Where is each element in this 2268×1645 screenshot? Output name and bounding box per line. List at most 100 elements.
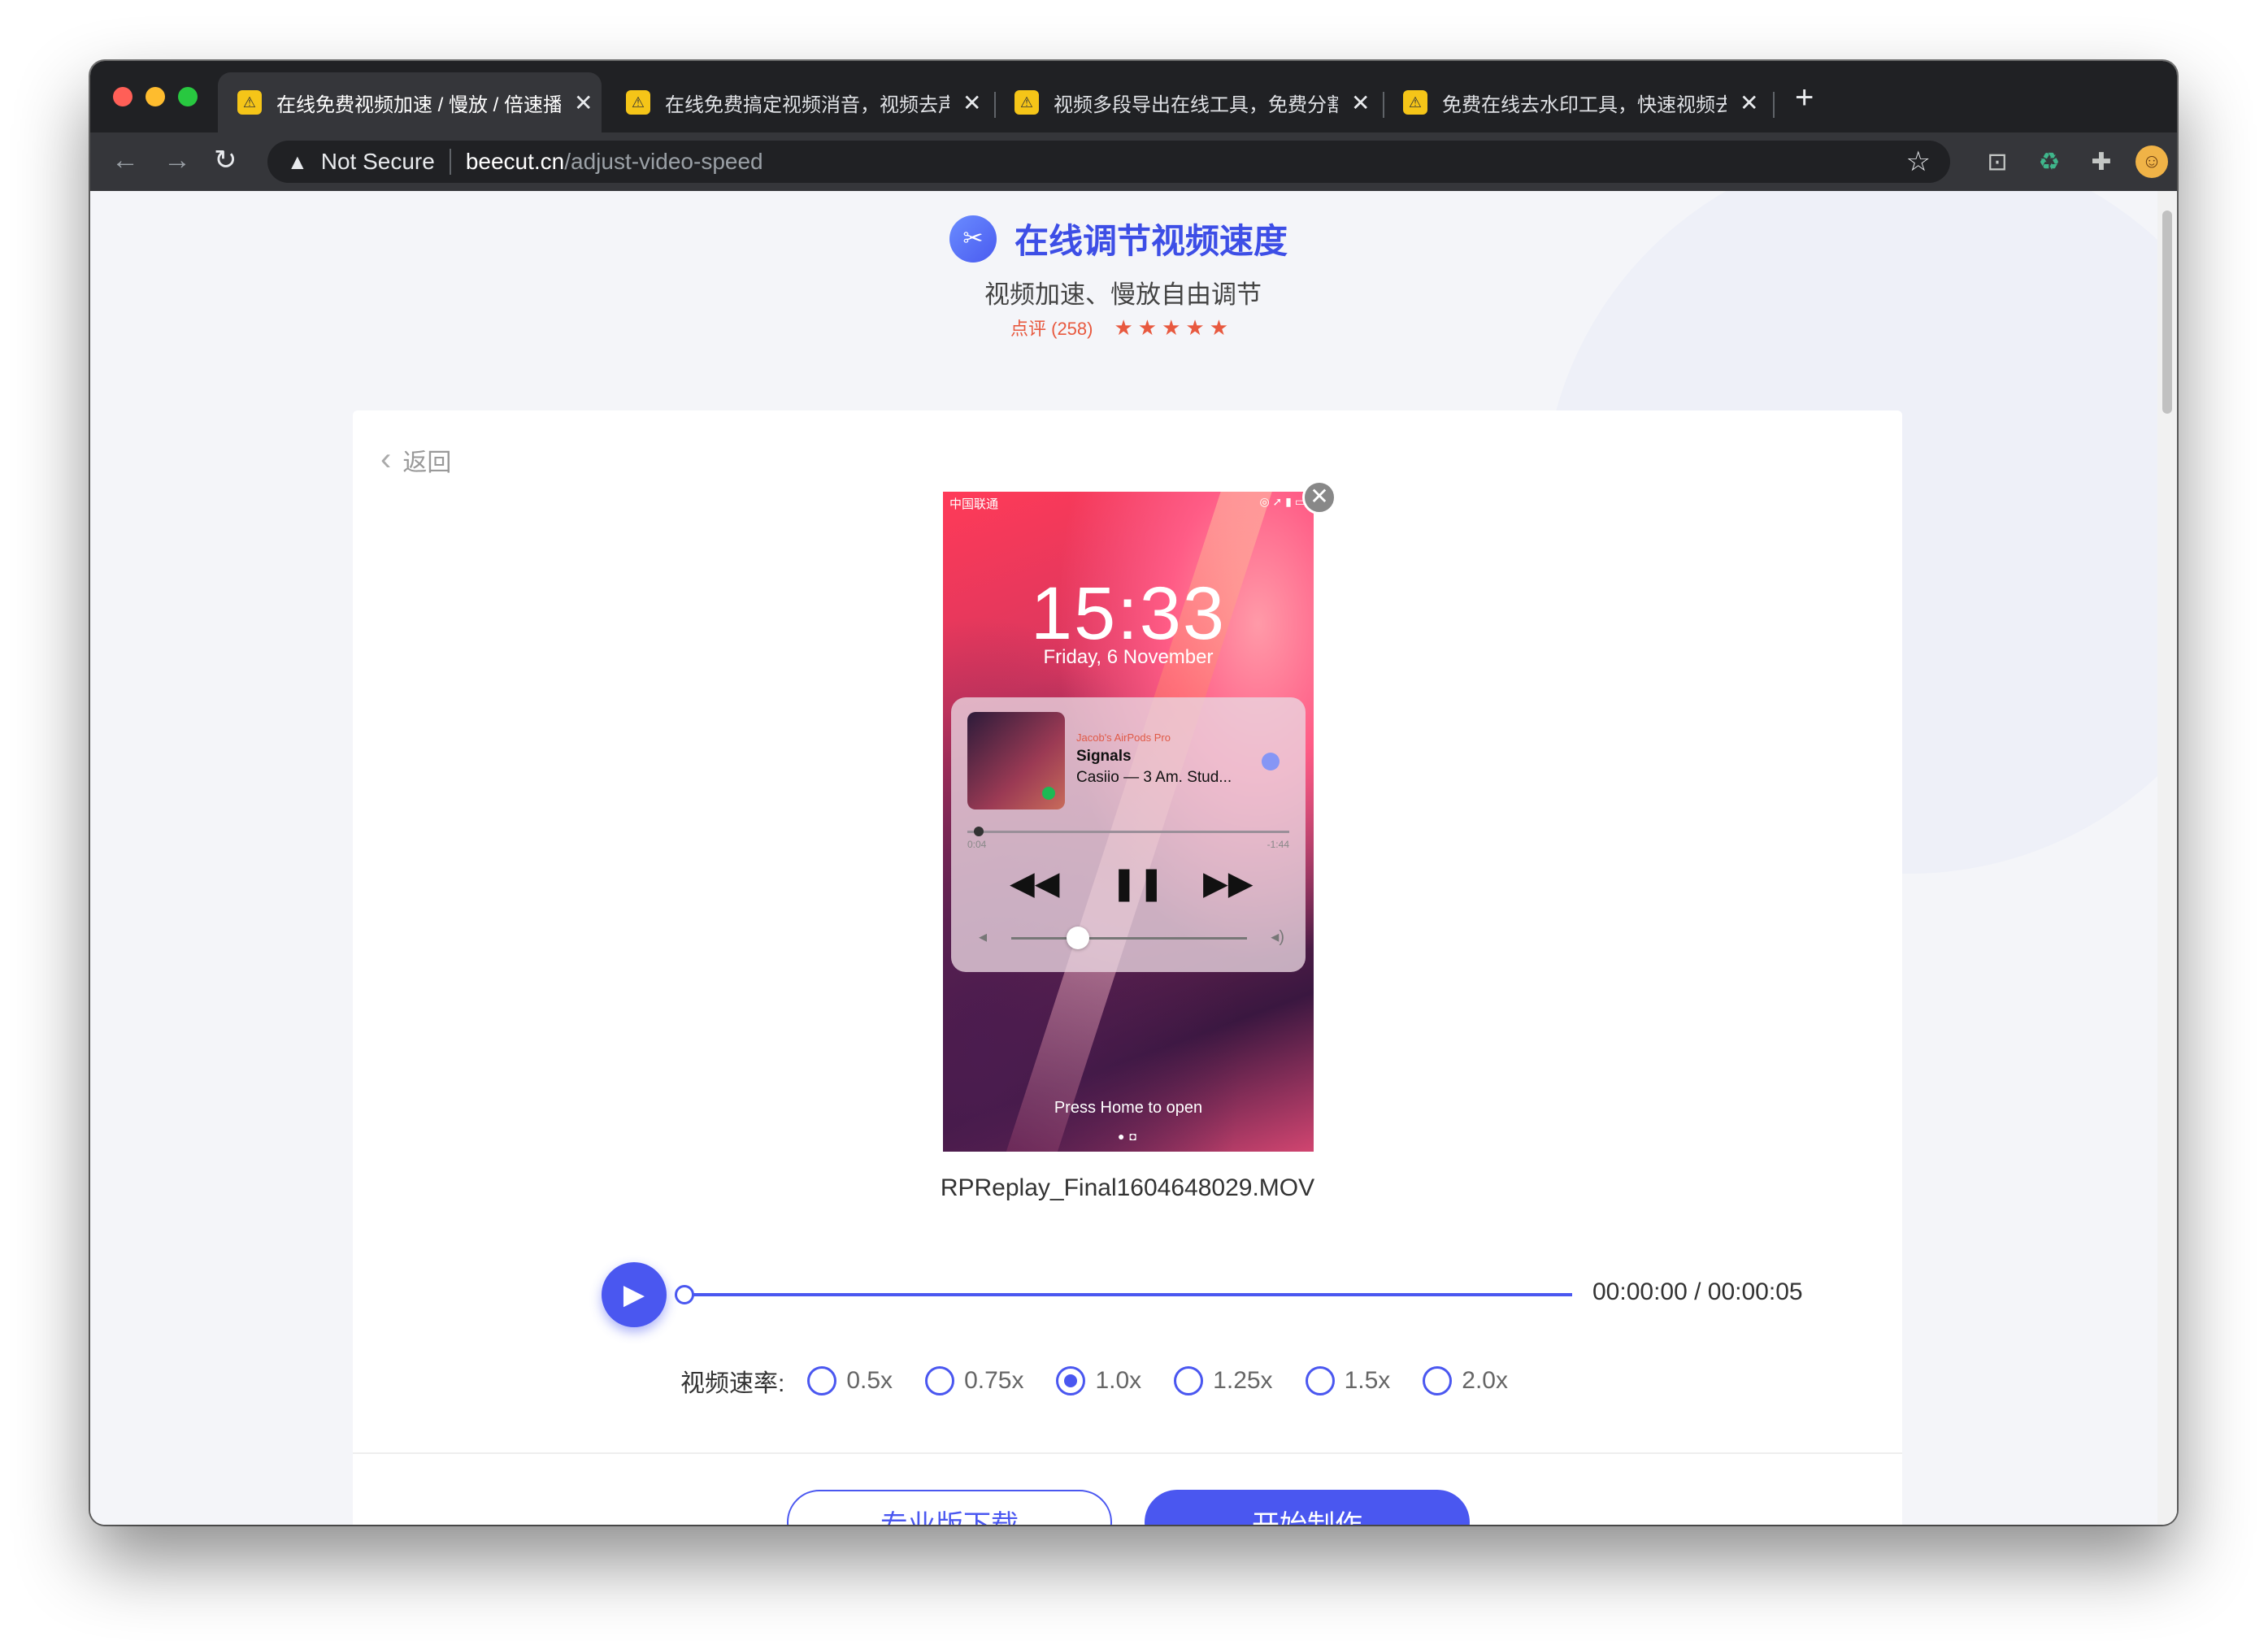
close-tab-icon[interactable]: ✕ (1351, 89, 1370, 116)
video-preview[interactable]: 中国联通 ◎ ➚ ▮ ▭ 15:33 Friday, 6 November Ja… (943, 492, 1314, 1152)
browser-window: ⚠ 在线免费视频加速 / 慢放 / 倍速播 ✕ ⚠ 在线免费搞定视频消音，视频去… (90, 61, 2177, 1525)
fast-forward-icon: ▶▶ (1203, 866, 1253, 901)
scissors-logo-icon: ✂ (949, 215, 997, 263)
tab-title: 在线免费视频加速 / 慢放 / 倍速播 (276, 93, 561, 116)
lockscreen-date: Friday, 6 November (1043, 646, 1214, 668)
back-button[interactable]: ‹ 返回 (380, 441, 451, 478)
progress-track[interactable] (683, 1293, 1572, 1296)
tab-4[interactable]: ⚠ 免费在线去水印工具，快速视频去 ✕ (1384, 72, 1767, 132)
forward-arrow-icon[interactable]: → (163, 144, 191, 176)
close-video-icon[interactable]: ✕ (1302, 480, 1336, 514)
page-dots: ●◘ (1118, 1130, 1141, 1143)
radio-button[interactable] (1174, 1366, 1204, 1395)
press-home-text: Press Home to open (1054, 1099, 1203, 1117)
url-path: /adjust-video-speed (564, 149, 763, 174)
new-tab-button[interactable]: + (1795, 77, 1814, 118)
beecut-favicon-icon: ⚠ (1015, 90, 1039, 115)
puzzle-extensions-icon[interactable]: ✚ (2085, 145, 2118, 178)
rating-row: 点评 (258) ★★★★★ (1010, 315, 1233, 341)
tab-1[interactable]: ⚠ 在线免费视频加速 / 慢放 / 倍速播 ✕ (218, 72, 602, 132)
rate-option-1.0x[interactable]: 1.0x (1056, 1366, 1141, 1395)
song-artist: Casiio — 3 Am. Stud... (1076, 769, 1232, 786)
back-label: 返回 (402, 449, 452, 476)
radio-button[interactable] (925, 1366, 955, 1395)
back-arrow-icon[interactable]: ← (111, 144, 139, 176)
time-display: 00:00:00 / 00:00:05 (1592, 1278, 1803, 1305)
rate-text: 1.0x (1095, 1367, 1142, 1394)
bookmark-star-icon[interactable]: ☆ (1906, 145, 1931, 178)
scrollbar[interactable] (2157, 191, 2177, 1525)
player-bar: ▶ 00:00:00 / 00:00:05 (602, 1262, 1870, 1327)
reader-extension-icon[interactable]: ⊡ (1981, 145, 2014, 178)
radio-button[interactable] (1423, 1366, 1453, 1395)
beecut-favicon-icon: ⚠ (1403, 90, 1427, 115)
warning-icon: ▲ (287, 149, 308, 174)
status-bar-icons: ◎ ➚ ▮ ▭ (1259, 495, 1306, 508)
song-title: Signals (1076, 748, 1132, 765)
radio-button[interactable] (807, 1366, 837, 1395)
beecut-favicon-icon: ⚠ (626, 90, 650, 115)
rate-text: 0.5x (846, 1367, 893, 1394)
music-remaining: -1:44 (1267, 839, 1289, 850)
device-name: Jacob's AirPods Pro (1076, 731, 1171, 744)
profile-avatar[interactable]: ☺ (2135, 145, 2168, 178)
play-button[interactable]: ▶ (602, 1262, 667, 1327)
extension-icon[interactable]: ♻ (2033, 145, 2066, 178)
spotify-icon (1042, 787, 1055, 800)
rate-option-0.5x[interactable]: 0.5x (807, 1366, 893, 1395)
reload-icon[interactable]: ↻ (214, 144, 237, 176)
editor-card: ‹ 返回 中国联通 ◎ ➚ ▮ ▭ 15:33 Friday, 6 Novemb… (353, 410, 1902, 1525)
radio-button[interactable] (1305, 1366, 1335, 1395)
rate-label: 视频速率: (680, 1370, 785, 1397)
tab-title: 在线免费搞定视频消音，视频去声 (665, 93, 949, 116)
pro-download-button[interactable]: 专业版下载 (787, 1490, 1112, 1525)
status-bar-carrier: 中国联通 (949, 497, 999, 511)
rate-option-1.25x[interactable]: 1.25x (1174, 1366, 1273, 1395)
title-row: ✂ 在线调节视频速度 (949, 214, 1288, 263)
play-icon: ▶ (623, 1279, 645, 1310)
rewind-icon: ◀◀ (1010, 866, 1060, 901)
tab-bar: ⚠ 在线免费视频加速 / 慢放 / 倍速播 ✕ ⚠ 在线免费搞定视频消音，视频去… (90, 61, 2177, 132)
rate-text: 0.75x (964, 1367, 1024, 1394)
close-window-button[interactable] (113, 87, 133, 106)
pause-icon: ❚❚ (1110, 866, 1166, 901)
lockscreen-clock: 15:33 (1030, 572, 1227, 655)
volume-low-icon: ◂ (979, 928, 988, 946)
address-divider (449, 149, 451, 175)
page-subtitle: 视频加速、慢放自由调节 (984, 280, 1262, 309)
address-bar[interactable]: ▲ Not Secure beecut.cn /adjust-video-spe… (267, 141, 1950, 183)
volume-high-icon: ◂) (1271, 928, 1284, 946)
volume-slider (1011, 927, 1247, 949)
start-button[interactable]: 开始制作 (1145, 1490, 1470, 1525)
close-tab-icon[interactable]: ✕ (1740, 89, 1758, 116)
scrollbar-thumb[interactable] (2162, 211, 2172, 414)
rate-option-0.75x[interactable]: 0.75x (925, 1366, 1023, 1395)
security-label[interactable]: Not Secure (321, 149, 435, 175)
now-playing-widget: Jacob's AirPods Pro Signals Casiio — 3 A… (951, 697, 1306, 972)
maximize-window-button[interactable] (178, 87, 198, 106)
page-title: 在线调节视频速度 (1015, 222, 1288, 260)
airplay-icon (1262, 753, 1280, 770)
reviews-link[interactable]: 点评 (258) (1010, 315, 1093, 341)
radio-button-selected[interactable] (1056, 1366, 1086, 1395)
browser-toolbar: ← → ↻ ▲ Not Secure beecut.cn /adjust-vid… (90, 132, 2177, 191)
progress-handle[interactable] (675, 1285, 694, 1304)
rate-text: 1.5x (1344, 1367, 1391, 1394)
page-content: ✂ 在线调节视频速度 视频加速、慢放自由调节 点评 (258) ★★★★★ ‹ … (90, 191, 2177, 1525)
minimize-window-button[interactable] (146, 87, 165, 106)
music-elapsed: 0:04 (967, 839, 987, 850)
rate-selector: 视频速率: 0.5x 0.75x 1.0x 1.25x 1.5x 2.0x (680, 1363, 1540, 1399)
tab-separator (1773, 92, 1775, 118)
close-tab-icon[interactable]: ✕ (962, 89, 981, 116)
tab-title: 免费在线去水印工具，快速视频去 (1442, 93, 1727, 116)
card-divider (353, 1452, 1902, 1454)
rate-option-1.5x[interactable]: 1.5x (1305, 1366, 1391, 1395)
file-name: RPReplay_Final1604648029.MOV (940, 1174, 1315, 1201)
close-tab-icon[interactable]: ✕ (574, 89, 593, 116)
tab-3[interactable]: ⚠ 视频多段导出在线工具，免费分割 ✕ (995, 72, 1379, 132)
rate-option-2.0x[interactable]: 2.0x (1423, 1366, 1508, 1395)
tab-2[interactable]: ⚠ 在线免费搞定视频消音，视频去声 ✕ (606, 72, 990, 132)
rate-text: 2.0x (1462, 1367, 1508, 1394)
rate-text: 1.25x (1213, 1367, 1273, 1394)
rating-stars: ★★★★★ (1114, 315, 1234, 340)
